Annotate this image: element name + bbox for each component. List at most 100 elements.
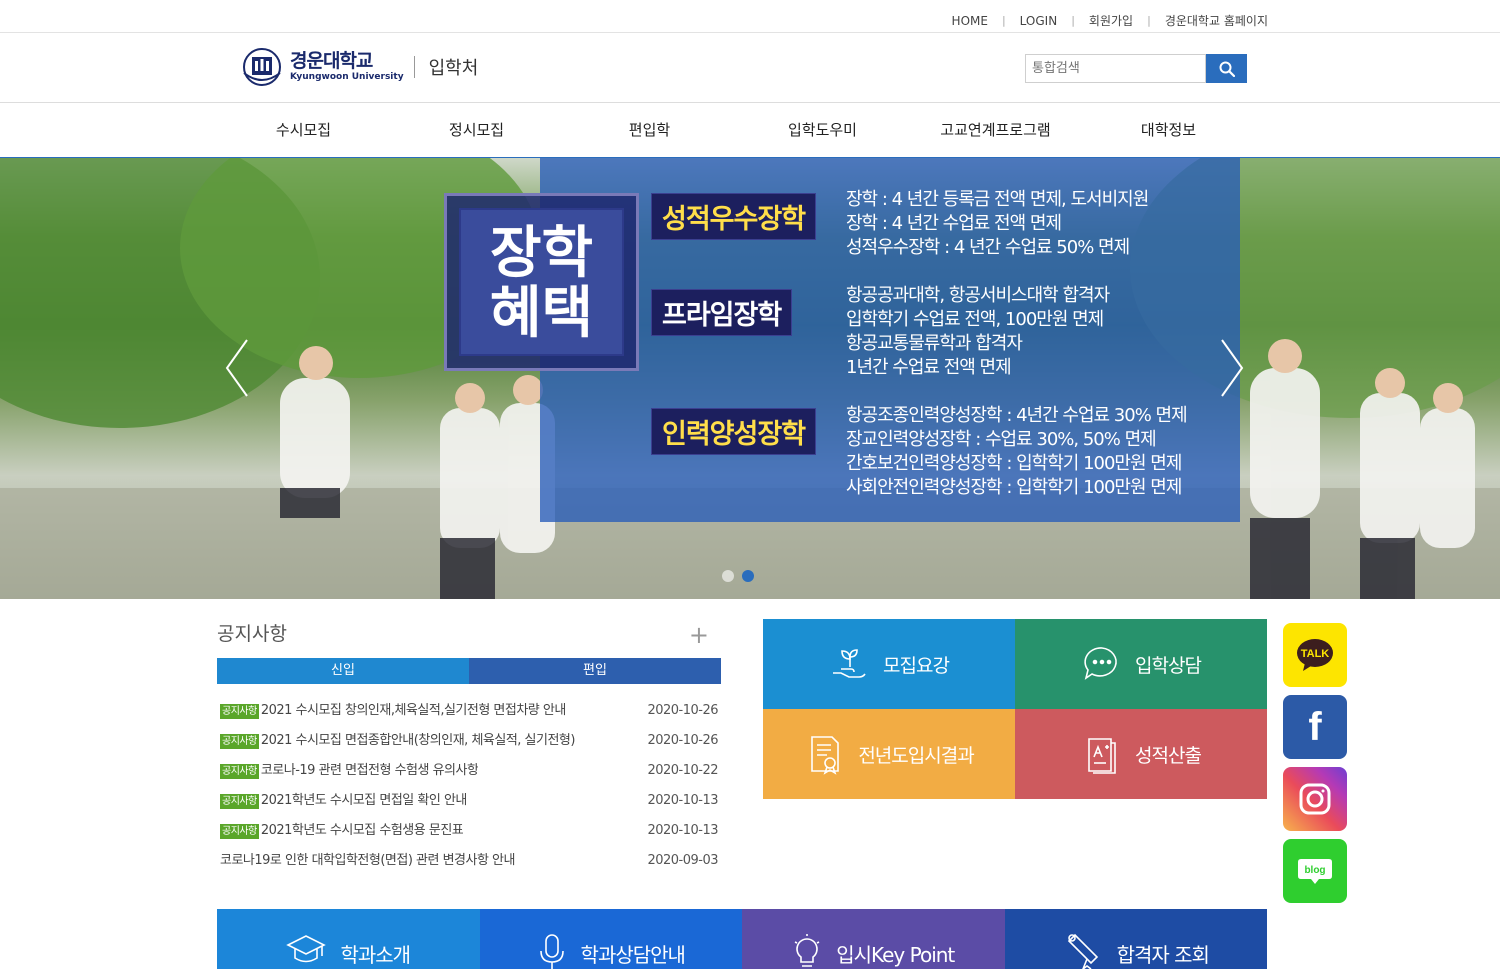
instagram-button[interactable]: [1283, 767, 1347, 831]
notice-item-title[interactable]: 2021학년도 수시모집 수험생용 문진표: [261, 816, 463, 846]
certificate-icon: [811, 736, 840, 775]
department-intro-button[interactable]: 학과소개: [217, 909, 480, 969]
tile-admission-guide[interactable]: 모집요강: [763, 619, 1015, 709]
search-input[interactable]: [1025, 54, 1206, 83]
diploma-scroll-icon: [1067, 933, 1098, 972]
scholarship-panel: 장학 혜택 성적우수장학 장학 : 4 년간 등록금 전액 면제, 도서비지원 장…: [444, 158, 1240, 522]
notice-more-button[interactable]: +: [689, 623, 709, 647]
notice-item-title[interactable]: 2021 수시모집 창의인재,체육실적,실기전형 면접차량 안내: [261, 696, 566, 726]
search-icon: [1219, 61, 1235, 77]
search-box: [1025, 54, 1247, 83]
workforce-line: 간호보건인력양성장학 : 입학학기 100만원 면제: [846, 453, 1182, 474]
home-link[interactable]: HOME: [952, 14, 988, 28]
header: 경운대학교 Kyungwoon University 입학처: [0, 33, 1500, 103]
notice-item-date: 2020-10-13: [647, 793, 718, 808]
facebook-button[interactable]: f: [1283, 695, 1347, 759]
kakaotalk-button[interactable]: TALK: [1283, 623, 1347, 687]
scholarship-lines-merit: 장학 : 4 년간 등록금 전액 면제, 도서비지원 장학 : 4 년간 수업료…: [846, 188, 1149, 260]
facebook-icon: f: [1308, 704, 1322, 749]
notice-title: 공지사항: [217, 623, 287, 645]
notice-item-title[interactable]: 코로나19로 인한 대학입학전형(면접) 관련 변경사항 안내: [220, 846, 515, 876]
tile-previous-results[interactable]: 전년도입시결과: [763, 709, 1015, 799]
prime-line: 입학학기 수업료 전액, 100만원 면제: [846, 309, 1104, 330]
tile-label: 성적산출: [1135, 744, 1202, 767]
slide-dot-active[interactable]: [742, 570, 754, 582]
kakaotalk-label: TALK: [1301, 648, 1330, 660]
nav-susi[interactable]: 수시모집: [217, 103, 390, 157]
utility-nav: HOME LOGIN 회원가입 경운대학교 홈페이지: [952, 12, 1268, 29]
main-navigation: 수시모집 정시모집 편입학 입학도우미 고교연계프로그램 대학정보: [0, 103, 1500, 158]
tab-freshman[interactable]: 신입: [217, 658, 469, 684]
next-slide-icon[interactable]: [1220, 338, 1244, 398]
prime-line: 항공공과대학, 항공서비스대학 합격자: [846, 285, 1110, 306]
university-homepage-link[interactable]: 경운대학교 홈페이지: [1165, 12, 1268, 29]
notice-tag: 공지사항: [220, 733, 259, 749]
prev-slide-icon[interactable]: [225, 338, 249, 398]
admission-keypoint-button[interactable]: 입시Key Point: [742, 909, 1005, 971]
kakaotalk-icon: TALK: [1297, 639, 1333, 671]
tile-grade-calculation[interactable]: 성적산출: [1015, 709, 1267, 799]
workforce-line: 사회안전인력양성장학 : 입학학기 100만원 면제: [846, 477, 1182, 498]
department-consult-button[interactable]: 학과상담안내: [479, 909, 742, 970]
bottom-label: 학과소개: [340, 943, 411, 967]
department-name: 입학처: [428, 58, 479, 79]
logo-korean: 경운대학교: [290, 50, 373, 72]
workforce-line: 항공조종인력양성장학 : 4년간 수업료 30% 면제: [846, 405, 1188, 426]
blog-icon: blog: [1298, 859, 1332, 884]
list-item[interactable]: 공지사항 코로나-19 관련 면접전형 수험생 유의사항 2020-10-22: [217, 756, 721, 786]
signup-link[interactable]: 회원가입: [1089, 12, 1133, 29]
login-link[interactable]: LOGIN: [1020, 14, 1058, 28]
bottom-label: 입시Key Point: [836, 943, 955, 967]
logo[interactable]: 경운대학교 Kyungwoon University 입학처: [238, 47, 478, 87]
tile-label: 전년도입시결과: [858, 744, 974, 767]
slide-indicator: [722, 570, 754, 582]
notice-item-title[interactable]: 2021학년도 수시모집 면접일 확인 안내: [261, 786, 467, 816]
slide-dot[interactable]: [722, 570, 734, 582]
quick-menu: 모집요강 입학상담 전년도입시결과 성적산출: [763, 619, 1267, 799]
tile-label: 입학상담: [1135, 654, 1202, 677]
nav-highschool-program[interactable]: 고교연계프로그램: [909, 103, 1082, 157]
bottom-menu: 학과소개 학과상담안내 입시Key Point 합격자 조회: [217, 909, 1267, 972]
nav-transfer[interactable]: 편입학: [563, 103, 736, 157]
notice-item-title[interactable]: 2021 수시모집 면접종합안내(창의인재, 체육실적, 실기전형): [261, 726, 575, 756]
tab-transfer[interactable]: 편입: [469, 658, 721, 684]
notice-item-date: 2020-10-26: [647, 733, 718, 748]
list-item[interactable]: 공지사항 2021 수시모집 창의인재,체육실적,실기전형 면접차량 안내 2020…: [217, 696, 721, 726]
hero-banner[interactable]: 장학 혜택 성적우수장학 장학 : 4 년간 등록금 전액 면제, 도서비지원 장…: [0, 158, 1500, 599]
notice-item-date: 2020-10-26: [647, 703, 718, 718]
notice-item-title[interactable]: 코로나-19 관련 면접전형 수험생 유의사항: [261, 756, 479, 786]
list-item[interactable]: 공지사항 2021학년도 수시모집 면접일 확인 안내 2020-10-13: [217, 786, 721, 816]
lightbulb-icon: [794, 934, 820, 971]
logo-english: Kyungwoon University: [290, 72, 404, 82]
nav-university-info[interactable]: 대학정보: [1082, 103, 1255, 157]
tile-label: 모집요강: [883, 654, 950, 677]
tile-consultation[interactable]: 입학상담: [1015, 619, 1267, 709]
notice-tag: 공지사항: [220, 763, 259, 779]
acceptance-check-button[interactable]: 합격자 조회: [1004, 909, 1267, 972]
notice-item-date: 2020-10-13: [647, 823, 718, 838]
utility-bar: HOME LOGIN 회원가입 경운대학교 홈페이지: [0, 0, 1500, 33]
notice-tag: 공지사항: [220, 793, 259, 809]
notice-tag: 공지사항: [220, 823, 259, 839]
list-item[interactable]: 공지사항 2021 수시모집 면접종합안내(창의인재, 체육실적, 실기전형) 20…: [217, 726, 721, 756]
bottom-label: 학과상담안내: [580, 943, 686, 967]
prime-line: 항공교통물류학과 합격자: [846, 333, 1023, 354]
search-button[interactable]: [1206, 54, 1247, 83]
badge-line2: 혜택: [489, 281, 594, 346]
microphone-icon: [539, 934, 564, 970]
nav-jeongsi[interactable]: 정시모집: [390, 103, 563, 157]
scholarship-lines-workforce: 항공조종인력양성장학 : 4년간 수업료 30% 면제 장교인력양성장학 : 수…: [846, 404, 1188, 500]
naver-blog-button[interactable]: blog: [1283, 839, 1347, 903]
notice-item-date: 2020-09-03: [647, 853, 718, 868]
chat-bubble-icon: [1084, 647, 1117, 680]
merit-line: 장학 : 4 년간 등록금 전액 면제, 도서비지원: [846, 189, 1149, 210]
notice-tabs: 신입 편입: [217, 658, 721, 684]
list-item[interactable]: 코로나19로 인한 대학입학전형(면접) 관련 변경사항 안내 2020-09-0…: [217, 846, 721, 876]
plant-hand-icon: [833, 649, 866, 678]
merit-line: 성적우수장학 : 4 년간 수업료 50% 면제: [846, 237, 1130, 258]
nav-helper[interactable]: 입학도우미: [736, 103, 909, 157]
notice-item-date: 2020-10-22: [647, 763, 718, 778]
blog-label: blog: [1304, 865, 1325, 876]
list-item[interactable]: 공지사항 2021학년도 수시모집 수험생용 문진표 2020-10-13: [217, 816, 721, 846]
scholarship-lines-prime: 항공공과대학, 항공서비스대학 합격자 입학학기 수업료 전액, 100만원 면…: [846, 284, 1110, 380]
